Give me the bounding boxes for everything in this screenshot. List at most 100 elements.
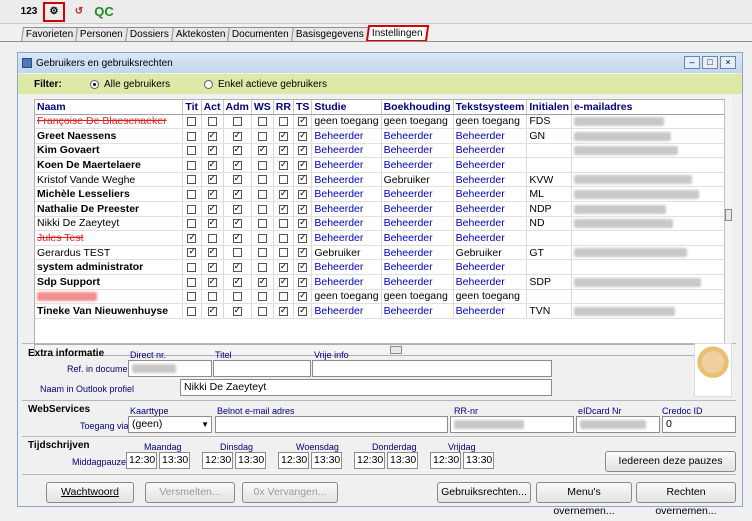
checkbox-rr[interactable] [278, 261, 288, 272]
radio-active-users[interactable] [204, 79, 213, 89]
kaarttype-select[interactable]: (geen) ▼ [128, 416, 212, 433]
checkbox-ws[interactable] [257, 276, 267, 287]
checkbox-rr[interactable] [278, 144, 288, 156]
cell-naam[interactable]: Greet Naessens [35, 128, 184, 144]
checkbox-adm[interactable] [232, 130, 242, 141]
checkbox-adm[interactable] [232, 117, 242, 127]
cell-naam[interactable]: Nikki De Zaeyteyt [35, 216, 184, 232]
table-row[interactable]: Kristof Vande Weghe BeheerderGebruikerBeh… [35, 172, 730, 188]
numbering-icon[interactable]: 123 [18, 2, 40, 22]
cell-studie[interactable]: Beheerder [311, 157, 382, 173]
cell-email[interactable] [571, 259, 730, 276]
tab-instellingen[interactable]: Instellingen [365, 25, 429, 42]
cell-email[interactable] [571, 128, 730, 144]
checkbox-act[interactable] [207, 233, 217, 243]
cell-tekst[interactable]: geen toegang [453, 289, 528, 305]
table-row[interactable]: Kim GovaertBeheerderBeheerderBeheerder [35, 143, 730, 159]
checkbox-adm[interactable] [232, 276, 242, 287]
belnot-email-field[interactable] [215, 416, 448, 433]
cell-tekst[interactable]: Gebruiker [453, 245, 528, 261]
menus-overnemen-button[interactable]: Menu's overnemen... [536, 482, 632, 517]
checkbox-rr[interactable] [278, 117, 288, 127]
cell-naam[interactable]: system administrator [35, 259, 184, 276]
checkbox-ws[interactable] [257, 189, 267, 199]
cell-email[interactable] [571, 289, 730, 305]
checkbox-ws[interactable] [257, 219, 267, 229]
cell-email[interactable] [571, 245, 730, 261]
maximize-icon[interactable]: □ [702, 56, 718, 69]
table-row[interactable]: Jules TestBeheerderBeheerderBeheerder [35, 230, 730, 246]
cell-tekst[interactable]: Beheerder [453, 259, 528, 276]
cell-naam[interactable]: Michèle Lesseliers [35, 186, 184, 203]
cell-studie[interactable]: Gebruiker [311, 245, 382, 261]
checkbox-act[interactable] [207, 217, 217, 229]
cell-email[interactable] [571, 303, 730, 319]
versmelten-button[interactable]: Versmelten... [145, 482, 235, 503]
col-studie[interactable]: Studie [311, 100, 382, 115]
checkbox-rr[interactable] [278, 276, 288, 287]
checkbox-tit[interactable] [187, 219, 197, 229]
cell-email[interactable] [571, 157, 730, 173]
checkbox-adm[interactable] [232, 144, 242, 156]
vscroll-thumb[interactable] [725, 209, 732, 221]
cell-initialen[interactable]: KVW [526, 172, 573, 188]
radio-all-users[interactable] [90, 79, 99, 89]
cell-naam[interactable]: Tineke Van Nieuwenhuyse [35, 303, 184, 319]
checkbox-adm[interactable] [232, 261, 242, 272]
checkbox-rr[interactable] [278, 203, 288, 214]
cell-email[interactable] [571, 201, 730, 217]
pause-from-field[interactable]: 12:30 [278, 452, 309, 469]
tab-basisgegevens[interactable]: Basisgegevens [291, 27, 370, 42]
pause-to-field[interactable]: 13:30 [463, 452, 494, 469]
cell-initialen[interactable]: TVN [526, 303, 573, 319]
cell-tekst[interactable]: Beheerder [453, 172, 528, 188]
cell-email[interactable] [571, 114, 730, 130]
tab-documenten[interactable]: Documenten [227, 27, 295, 42]
cell-boek[interactable]: Beheerder [381, 157, 454, 173]
cell-naam[interactable]: Koen De Maertelaere [35, 157, 184, 173]
checkbox-ws[interactable] [257, 117, 267, 127]
cell-studie[interactable]: Beheerder [311, 143, 382, 159]
table-row[interactable]: Tineke Van NieuwenhuyseBeheerderBeheerde… [35, 303, 730, 319]
checkbox-adm[interactable] [232, 248, 242, 258]
cell-email[interactable] [571, 172, 730, 188]
vrije-info-field[interactable] [312, 360, 552, 377]
arrow-icon[interactable]: ↺ [68, 2, 90, 22]
checkbox-ts[interactable] [298, 130, 308, 141]
pause-to-field[interactable]: 13:30 [235, 452, 266, 469]
pause-from-field[interactable]: 12:30 [202, 452, 233, 469]
checkbox-ts[interactable] [298, 159, 308, 170]
checkbox-tit[interactable] [187, 117, 197, 127]
cell-email[interactable] [571, 143, 730, 159]
checkbox-act[interactable] [207, 144, 217, 156]
checkbox-tit[interactable] [187, 160, 197, 170]
checkbox-tit[interactable] [187, 246, 197, 258]
checkbox-rr[interactable] [278, 292, 288, 302]
checkbox-ws[interactable] [257, 248, 267, 258]
col-rr[interactable]: RR [273, 100, 294, 115]
cell-initialen[interactable] [526, 157, 573, 173]
cell-naam[interactable] [35, 289, 184, 305]
tab-aktekosten[interactable]: Aktekosten [170, 27, 231, 42]
cell-tekst[interactable]: Beheerder [453, 274, 528, 290]
table-row[interactable]: Koen De MaertelaereBeheerderBeheerderBeh… [35, 157, 730, 173]
cell-initialen[interactable]: ML [526, 186, 573, 203]
cell-boek[interactable]: Beheerder [381, 245, 454, 261]
checkbox-ts[interactable] [298, 232, 308, 243]
checkbox-act[interactable] [207, 305, 217, 316]
cell-initialen[interactable]: SDP [526, 274, 573, 290]
checkbox-act[interactable] [207, 159, 217, 170]
titel-field[interactable] [213, 360, 311, 377]
cell-initialen[interactable]: GT [526, 245, 573, 261]
col-tekstsysteem[interactable]: Tekstsysteem [453, 100, 528, 115]
cell-naam[interactable]: Gerardus TEST [35, 245, 184, 261]
checkbox-adm[interactable] [232, 232, 242, 243]
cell-tekst[interactable]: Beheerder [453, 216, 528, 232]
pause-to-field[interactable]: 13:30 [387, 452, 418, 469]
col-act[interactable]: Act [201, 100, 224, 115]
checkbox-ws[interactable] [257, 144, 267, 156]
cell-boek[interactable]: Beheerder [381, 230, 454, 246]
cell-boek[interactable]: Beheerder [381, 303, 454, 319]
direct-nr-field[interactable] [128, 360, 212, 377]
wachtwoord-button[interactable]: Wachtwoord [46, 482, 134, 503]
